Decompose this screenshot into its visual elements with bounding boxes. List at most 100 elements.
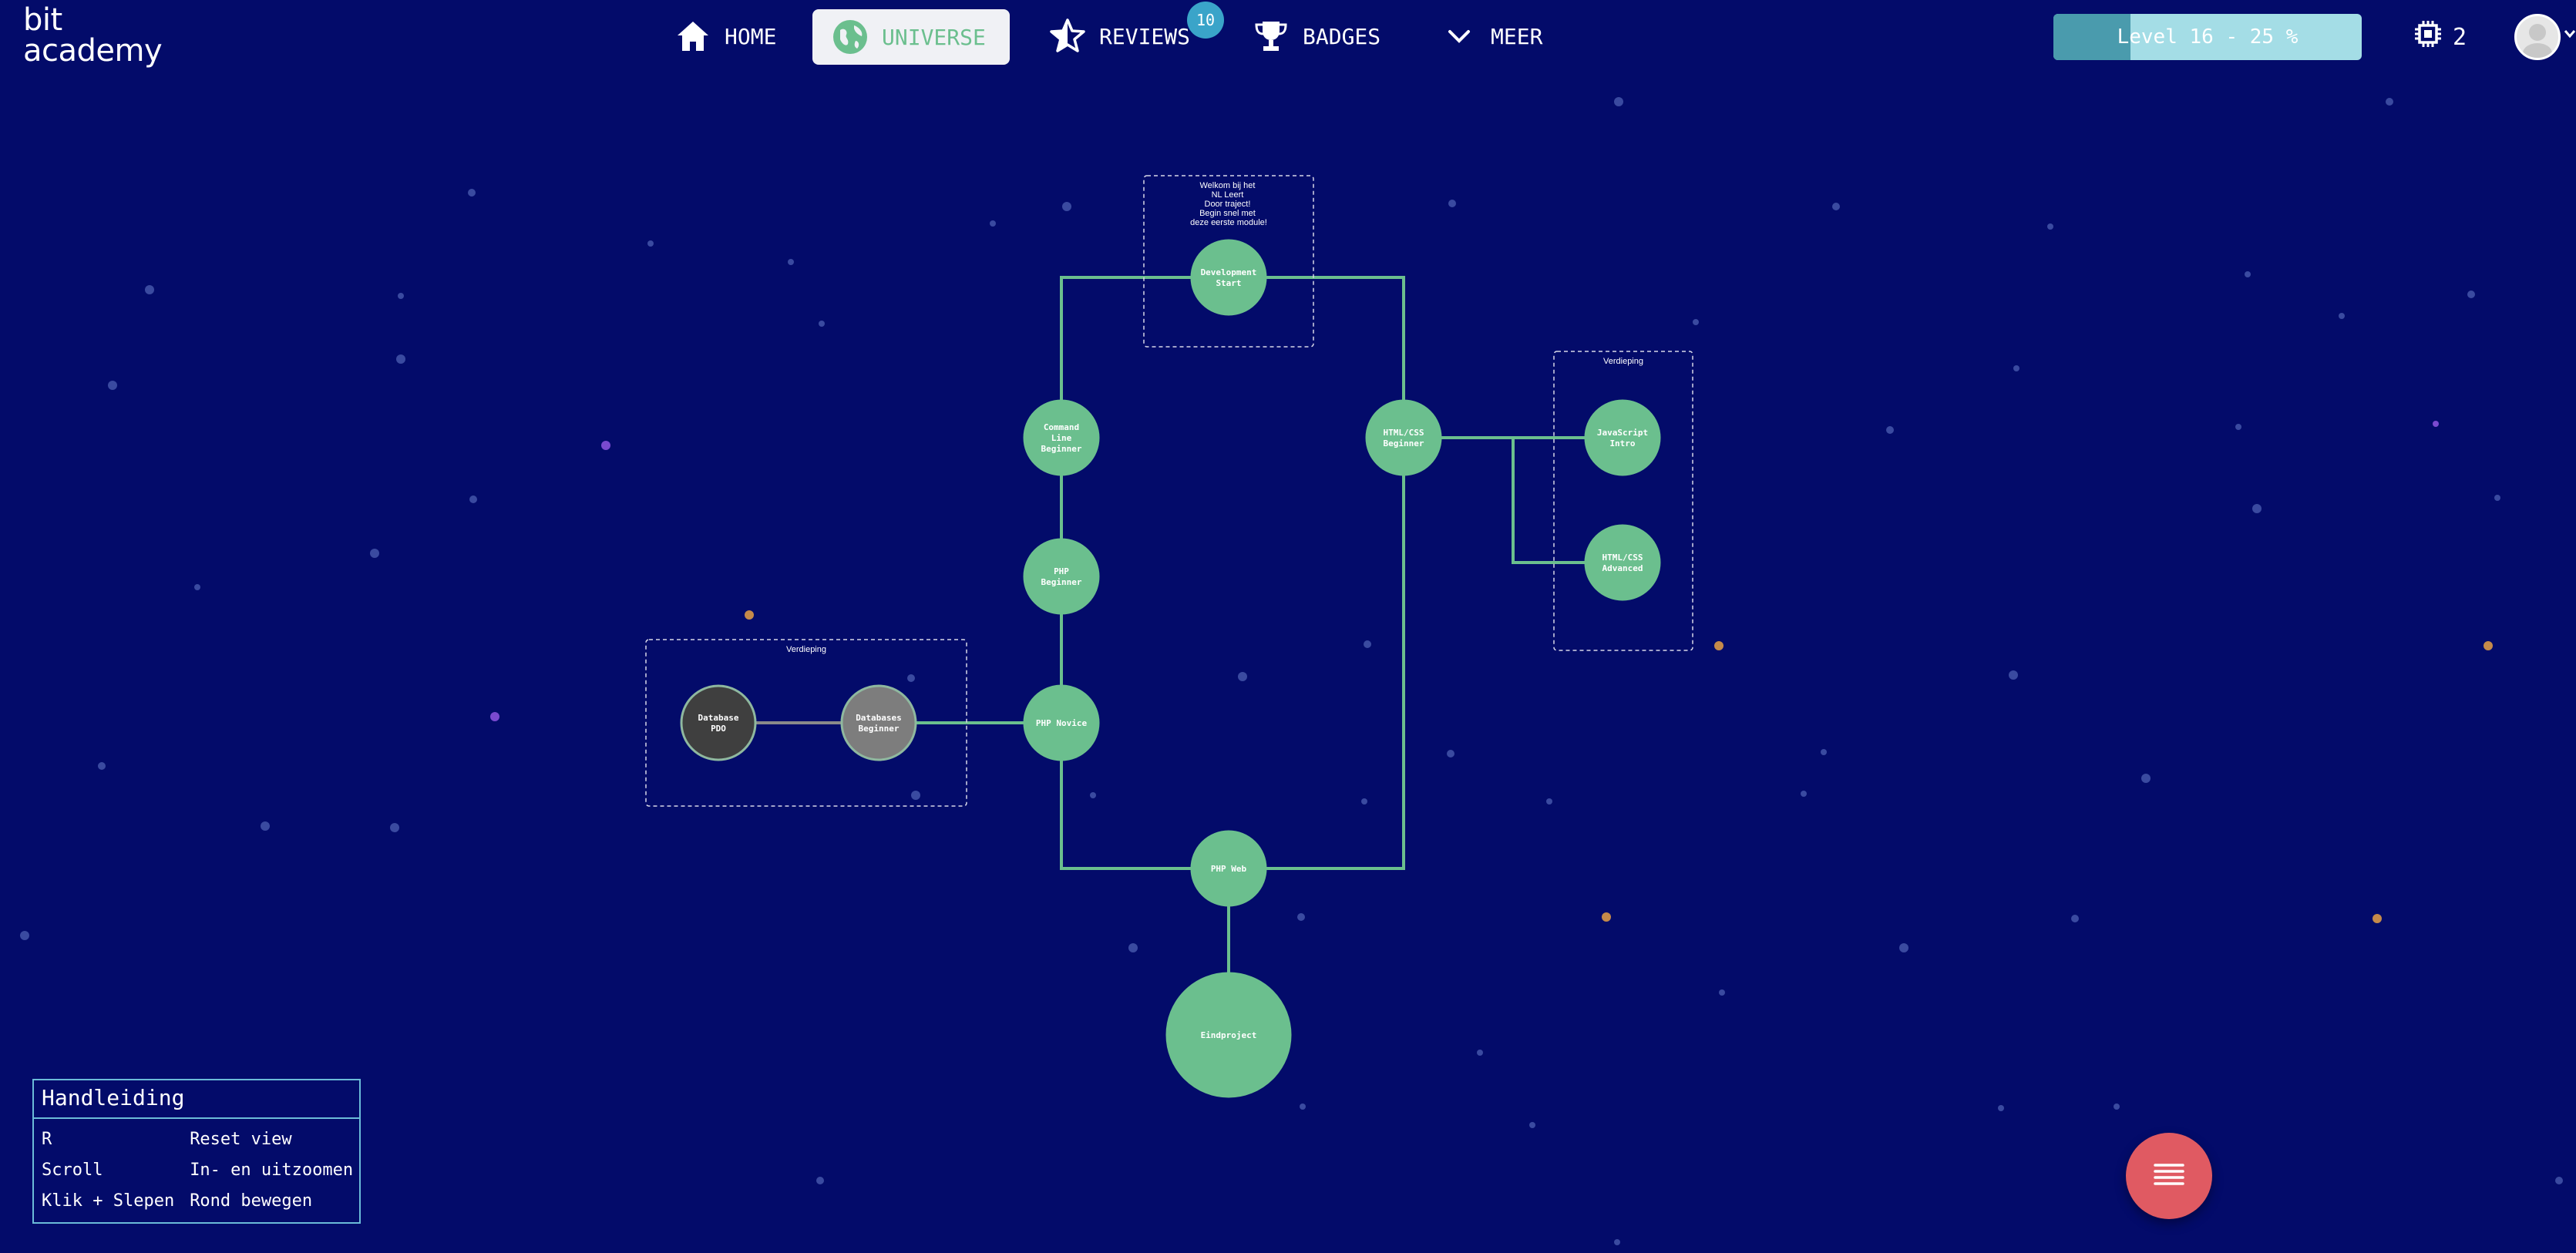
skill-node-circle bbox=[1584, 399, 1661, 476]
credits-counter[interactable]: 2 bbox=[2413, 17, 2467, 57]
star bbox=[1297, 913, 1305, 921]
verdieping-right-title: Verdieping bbox=[1603, 357, 1643, 366]
star bbox=[398, 293, 404, 299]
star bbox=[1998, 1105, 2004, 1111]
verdieping-box-right: Verdieping bbox=[1553, 351, 1693, 651]
nav-badges[interactable]: BADGES bbox=[1233, 8, 1399, 65]
trophy-icon bbox=[1252, 17, 1290, 55]
manual-shortcuts-table: R Reset view Scroll In- en uitzoomen Kli… bbox=[34, 1124, 361, 1216]
star bbox=[1602, 912, 1611, 922]
table-row: R Reset view bbox=[34, 1124, 361, 1154]
skill-node-label: HTML/CSS Beginner bbox=[1384, 428, 1424, 448]
star bbox=[2071, 915, 2079, 922]
star bbox=[2339, 313, 2345, 319]
logo-line-2: academy bbox=[23, 33, 163, 69]
star bbox=[2235, 424, 2241, 430]
star bbox=[1529, 1122, 1535, 1128]
top-navigation-bar: bit academy HOME UNIVERSE REVIEWS 10 BAD… bbox=[0, 0, 2576, 74]
star bbox=[2555, 1177, 2563, 1184]
star bbox=[1062, 202, 1071, 211]
shortcut-key: R bbox=[42, 1129, 52, 1149]
star bbox=[370, 549, 379, 558]
verdieping-left-title: Verdieping bbox=[786, 645, 826, 654]
nav-reviews[interactable]: REVIEWS bbox=[1030, 8, 1209, 65]
star bbox=[1614, 97, 1623, 106]
star-field bbox=[20, 97, 2563, 1245]
skill-node-php-web[interactable]: PHP Web bbox=[1190, 830, 1267, 907]
star bbox=[1899, 943, 1908, 952]
star bbox=[1128, 943, 1138, 952]
star bbox=[1364, 640, 1371, 648]
skill-node-databases-beginner[interactable]: Databases Beginner bbox=[840, 684, 917, 761]
user-menu-chevron-icon[interactable] bbox=[2564, 26, 2576, 45]
welcome-text: Welkom bij het NL Leert Door traject! Be… bbox=[1190, 181, 1267, 227]
star bbox=[911, 791, 920, 800]
skill-node-javascript-intro[interactable]: JavaScript Intro bbox=[1584, 399, 1661, 476]
star bbox=[108, 381, 117, 390]
skill-node-htmlcss-advanced[interactable]: HTML/CSS Advanced bbox=[1584, 524, 1661, 601]
star bbox=[816, 1177, 824, 1184]
star bbox=[2252, 504, 2262, 513]
star bbox=[20, 931, 29, 940]
skill-node-php-beginner[interactable]: PHP Beginner bbox=[1023, 538, 1100, 615]
star-icon bbox=[1048, 17, 1087, 55]
skill-node-label: PHP Novice bbox=[1036, 718, 1088, 728]
nav-home[interactable]: HOME bbox=[655, 8, 795, 65]
star bbox=[2245, 271, 2251, 277]
star bbox=[2114, 1104, 2120, 1110]
level-progress-label: Level 16 - 25 % bbox=[2117, 25, 2299, 49]
menu-icon bbox=[2152, 1161, 2186, 1191]
nav-universe[interactable]: UNIVERSE bbox=[812, 9, 1010, 65]
skill-node-dev-start[interactable]: Development Start bbox=[1190, 239, 1267, 316]
star bbox=[819, 321, 825, 327]
skill-node-circle bbox=[1365, 399, 1442, 476]
star bbox=[1801, 791, 1807, 797]
star bbox=[1447, 750, 1454, 758]
star bbox=[2467, 291, 2475, 298]
reviews-count-badge: 10 bbox=[1187, 2, 1224, 39]
skill-node-command-line[interactable]: Command Line Beginner bbox=[1023, 399, 1100, 476]
star bbox=[745, 610, 754, 620]
menu-fab-button[interactable] bbox=[2126, 1133, 2212, 1219]
nav-badges-label: BADGES bbox=[1303, 23, 1381, 49]
skill-node-circle bbox=[1584, 524, 1661, 601]
star bbox=[1693, 319, 1699, 325]
chevron-down-icon bbox=[1440, 17, 1478, 55]
star bbox=[990, 220, 996, 227]
star bbox=[490, 712, 499, 721]
shortcut-action: Rond bewegen bbox=[190, 1191, 313, 1211]
skill-node-eindproject[interactable]: Eindproject bbox=[1165, 972, 1292, 1098]
skill-tree-links bbox=[879, 276, 1623, 1035]
skill-node-php-novice[interactable]: PHP Novice bbox=[1023, 684, 1100, 761]
bit-academy-logo[interactable]: bit academy bbox=[23, 5, 163, 69]
skill-node-htmlcss-beginner[interactable]: HTML/CSS Beginner bbox=[1365, 399, 1442, 476]
star bbox=[469, 495, 477, 503]
shortcut-action: Reset view bbox=[190, 1129, 292, 1149]
star bbox=[1719, 989, 1725, 996]
nav-meer[interactable]: MEER bbox=[1421, 8, 1561, 65]
shortcut-key: Klik + Slepen bbox=[42, 1191, 175, 1211]
star bbox=[145, 285, 154, 294]
nav-meer-label: MEER bbox=[1491, 23, 1543, 49]
skill-node-label: Databases Beginner bbox=[856, 713, 902, 734]
skill-nodes: Development Start Command Line Beginner PHP Be… bbox=[680, 239, 1661, 1098]
skill-node-circle bbox=[680, 684, 757, 761]
star bbox=[1714, 641, 1723, 650]
nav-home-label: HOME bbox=[725, 23, 777, 49]
manual-title: Handleiding bbox=[34, 1080, 359, 1119]
skill-node-label: PHP Web bbox=[1211, 864, 1247, 874]
skill-node-database-pdo[interactable]: Database PDO bbox=[680, 684, 757, 761]
star bbox=[2141, 774, 2151, 783]
avatar-icon[interactable] bbox=[2514, 14, 2561, 60]
level-progress-bar[interactable]: Level 16 - 25 % bbox=[2053, 14, 2362, 60]
universe-map[interactable]: Welkom bij het NL Leert Door traject! Be… bbox=[0, 0, 2576, 1253]
skill-node-label: HTML/CSS Advanced bbox=[1602, 553, 1643, 573]
star bbox=[1477, 1050, 1483, 1056]
star bbox=[907, 674, 915, 682]
skill-node-circle bbox=[1023, 538, 1100, 615]
star bbox=[194, 584, 200, 590]
star bbox=[2433, 421, 2439, 427]
star bbox=[2009, 670, 2018, 680]
star bbox=[2386, 98, 2393, 106]
star bbox=[647, 240, 654, 247]
